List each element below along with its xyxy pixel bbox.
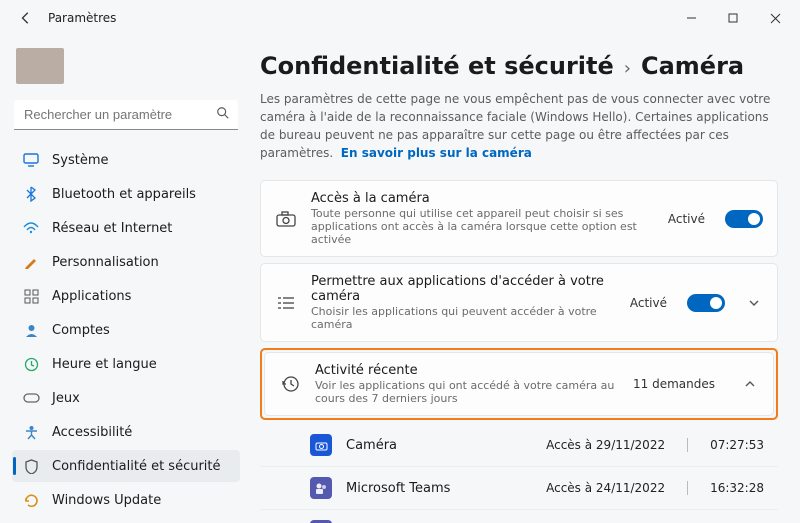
time-lang-icon — [22, 355, 40, 373]
access-date: Accès à 24/11/2022 — [546, 481, 665, 495]
nav-list: Système Bluetooth et appareils Réseau et… — [12, 144, 240, 516]
activity-list: Caméra Accès à 29/11/2022 07:27:53 Microsof… — [260, 424, 778, 523]
camera-access-toggle[interactable] — [725, 210, 763, 228]
card-subtitle: Choisir les applications qui peuvent acc… — [311, 305, 616, 331]
arrow-left-icon — [19, 11, 33, 25]
sidebar-item-label: Accessibilité — [52, 425, 132, 440]
sidebar-item-system[interactable]: Système — [12, 144, 240, 176]
chevron-up-icon — [744, 378, 756, 390]
apps-access-card[interactable]: Permettre aux applications d'accéder à v… — [260, 263, 778, 342]
bluetooth-icon — [22, 185, 40, 203]
search-icon — [216, 106, 230, 124]
sidebar-item-gaming[interactable]: Jeux — [12, 382, 240, 414]
sidebar-item-time-language[interactable]: Heure et langue — [12, 348, 240, 380]
activity-row[interactable]: Microsoft Teams Accès à 24/11/2022 16:32:2… — [260, 467, 778, 510]
breadcrumb-parent[interactable]: Confidentialité et sécurité — [260, 52, 614, 80]
list-icon — [275, 296, 297, 310]
card-title: Permettre aux applications d'accéder à v… — [311, 274, 616, 304]
chevron-down-icon — [748, 297, 760, 309]
sidebar-item-label: Système — [52, 153, 108, 168]
app-name: Microsoft Teams — [346, 481, 450, 496]
sidebar-item-label: Réseau et Internet — [52, 221, 172, 236]
close-button[interactable] — [754, 3, 796, 33]
user-profile[interactable] — [12, 46, 240, 96]
minimize-icon — [686, 13, 697, 24]
card-title: Activité récente — [315, 363, 619, 378]
card-subtitle: Voir les applications qui ont accédé à v… — [315, 379, 619, 405]
app-name: Caméra — [346, 438, 397, 453]
recent-activity-highlight: Activité récente Voir les applications q… — [260, 348, 778, 420]
app-icon — [310, 434, 332, 456]
sidebar-item-update[interactable]: Windows Update — [12, 484, 240, 516]
update-icon — [22, 491, 40, 509]
breadcrumb: Confidentialité et sécurité › Caméra — [260, 52, 778, 80]
gaming-icon — [22, 389, 40, 407]
history-icon — [279, 375, 301, 393]
sidebar-item-label: Applications — [52, 289, 131, 304]
sidebar-item-apps[interactable]: Applications — [12, 280, 240, 312]
access-date: Accès à 29/11/2022 — [546, 438, 665, 452]
window-title: Paramètres — [48, 11, 116, 25]
close-icon — [770, 13, 781, 24]
sidebar-item-personalization[interactable]: Personnalisation — [12, 246, 240, 278]
sidebar-item-bluetooth[interactable]: Bluetooth et appareils — [12, 178, 240, 210]
accessibility-icon — [22, 423, 40, 441]
apps-access-toggle[interactable] — [687, 294, 725, 312]
sidebar-item-network[interactable]: Réseau et Internet — [12, 212, 240, 244]
access-time: 07:27:53 — [710, 438, 764, 452]
chevron-right-icon: › — [624, 58, 631, 79]
accounts-icon — [22, 321, 40, 339]
sidebar-item-label: Windows Update — [52, 493, 161, 508]
activity-row[interactable]: Caméra Accès à 29/11/2022 07:27:53 — [260, 424, 778, 467]
sidebar-item-label: Personnalisation — [52, 255, 159, 270]
avatar — [16, 48, 64, 84]
sidebar-item-accounts[interactable]: Comptes — [12, 314, 240, 346]
camera-icon — [275, 211, 297, 227]
page-description: Les paramètres de cette page ne vous emp… — [260, 90, 778, 162]
sidebar-item-label: Confidentialité et sécurité — [52, 459, 221, 474]
system-icon — [22, 151, 40, 169]
back-button[interactable] — [14, 6, 38, 30]
app-icon — [310, 477, 332, 499]
minimize-button[interactable] — [670, 3, 712, 33]
camera-access-card[interactable]: Accès à la caméra Toute personne qui uti… — [260, 180, 778, 257]
search-box[interactable] — [14, 100, 238, 130]
learn-more-link[interactable]: En savoir plus sur la caméra — [341, 146, 532, 160]
personalization-icon — [22, 253, 40, 271]
request-count: 11 demandes — [633, 377, 715, 391]
card-title: Accès à la caméra — [311, 191, 654, 206]
sidebar-item-label: Heure et langue — [52, 357, 157, 372]
collapse-button[interactable] — [741, 375, 759, 393]
maximize-icon — [728, 13, 739, 24]
status-label: Activé — [668, 212, 705, 226]
privacy-icon — [22, 457, 40, 475]
network-icon — [22, 219, 40, 237]
sidebar-item-accessibility[interactable]: Accessibilité — [12, 416, 240, 448]
access-time: 16:32:28 — [710, 481, 764, 495]
apps-icon — [22, 287, 40, 305]
search-input[interactable] — [14, 100, 238, 130]
recent-activity-card[interactable]: Activité récente Voir les applications q… — [264, 352, 774, 416]
page-title: Caméra — [641, 52, 744, 80]
card-subtitle: Toute personne qui utilise cet appareil … — [311, 207, 654, 246]
maximize-button[interactable] — [712, 3, 754, 33]
separator — [687, 481, 688, 495]
sidebar-item-label: Bluetooth et appareils — [52, 187, 196, 202]
activity-row[interactable]: Microsoft TeamsAccès à 24/11/202216:32:2… — [260, 510, 778, 523]
status-label: Activé — [630, 296, 667, 310]
sidebar-item-label: Jeux — [52, 391, 80, 406]
sidebar-item-label: Comptes — [52, 323, 110, 338]
separator — [687, 438, 688, 452]
sidebar-item-privacy[interactable]: Confidentialité et sécurité — [12, 450, 240, 482]
expand-button[interactable] — [745, 294, 763, 312]
